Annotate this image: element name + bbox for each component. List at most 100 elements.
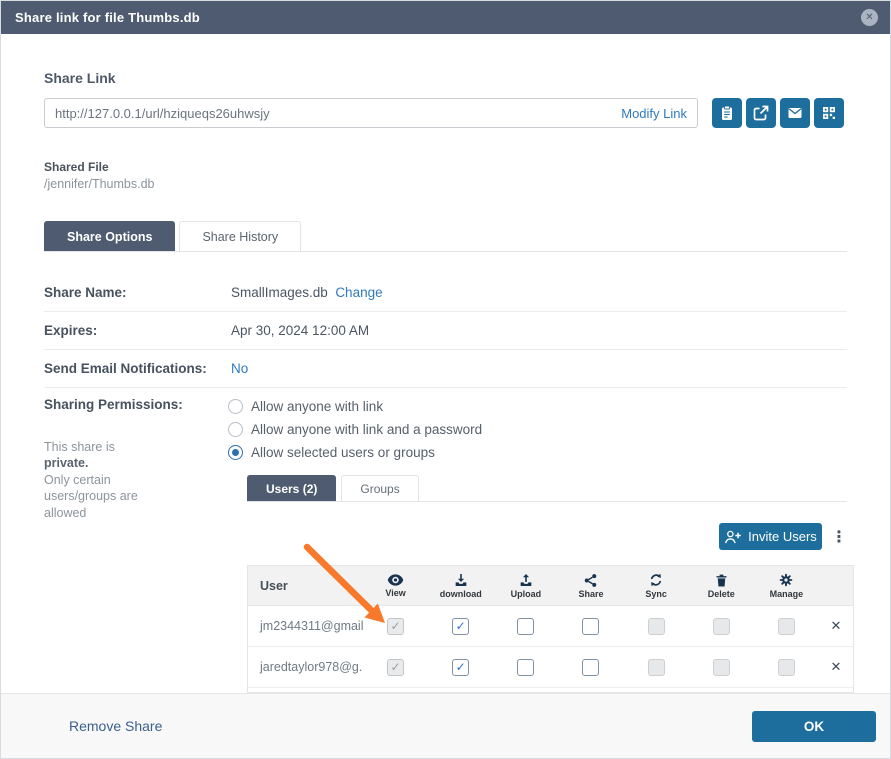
column-header-download: download — [428, 572, 493, 599]
private-note-line: users/groups are — [44, 489, 138, 503]
column-label: Manage — [769, 589, 804, 599]
open-link-button[interactable] — [746, 98, 776, 128]
radio-label: Allow anyone with link and a password — [251, 422, 483, 437]
delete-checkbox — [712, 658, 730, 676]
tab-groups[interactable]: Groups — [341, 475, 419, 501]
share-tabs: Share Options Share History — [44, 221, 302, 251]
user-email: jaredtaylor978@g... — [260, 660, 363, 674]
delete-checkbox — [712, 617, 730, 635]
upload-icon — [520, 574, 532, 586]
table-row: jaredtaylor978@g... ✓ ✓ ✕ — [248, 647, 853, 688]
download-checkbox[interactable]: ✓ — [452, 658, 470, 676]
sync-checkbox — [647, 617, 665, 635]
user-group-tabs: Users (2) Groups — [247, 475, 419, 501]
sharing-permissions-label: Sharing Permissions: — [44, 397, 183, 412]
clipboard-icon — [722, 105, 732, 120]
sub-tabs-divider — [247, 501, 847, 502]
column-label: View — [385, 588, 406, 598]
view-checkbox[interactable]: ✓ — [387, 617, 405, 635]
column-label: Delete — [707, 588, 735, 599]
share-name-text: SmallImages.db — [231, 285, 328, 300]
user-column-header: User — [260, 578, 288, 593]
manage-checkbox — [777, 658, 795, 676]
person-plus-icon — [725, 530, 741, 543]
sync-icon — [650, 573, 662, 587]
external-link-icon — [753, 105, 769, 121]
column-header-sync: Sync — [624, 572, 689, 599]
close-icon[interactable]: ✕ — [861, 9, 878, 26]
download-checkbox[interactable]: ✓ — [452, 617, 470, 635]
radio-icon[interactable] — [228, 399, 243, 414]
share-checkbox[interactable] — [582, 617, 600, 635]
share-link-dialog: Share link for file Thumbs.db ✕ Share Li… — [0, 0, 891, 759]
column-header-view: View — [363, 573, 428, 598]
table-header: User View download Upload Share Sync Del… — [248, 566, 853, 606]
private-note-line: Only certain — [44, 473, 111, 487]
expires-value: Apr 30, 2024 12:00 AM — [231, 323, 370, 338]
radio-anyone-with-link[interactable]: Allow anyone with link — [228, 399, 383, 414]
private-note-line: This share is — [44, 440, 115, 454]
radio-anyone-with-password[interactable]: Allow anyone with link and a password — [228, 422, 482, 437]
divider — [44, 311, 847, 312]
remove-share-button[interactable]: Remove Share — [69, 718, 162, 734]
dialog-header: Share link for file Thumbs.db ✕ — [1, 1, 890, 34]
tab-share-history[interactable]: Share History — [179, 221, 302, 251]
shared-file-path: /jennifer/Thumbs.db — [44, 177, 155, 191]
upload-checkbox[interactable] — [517, 617, 535, 635]
radio-label: Allow anyone with link — [251, 399, 384, 414]
tab-share-options[interactable]: Share Options — [44, 221, 176, 251]
envelope-icon — [788, 108, 802, 118]
download-icon — [455, 574, 467, 586]
remove-user-icon[interactable]: ✕ — [819, 659, 853, 675]
embed-link-button[interactable] — [814, 98, 844, 128]
radio-label: Allow selected users or groups — [251, 445, 435, 460]
tab-users[interactable]: Users (2) — [247, 475, 337, 501]
column-label: download — [439, 589, 482, 599]
share-name-value: SmallImages.db Change — [231, 285, 383, 300]
email-link-button[interactable] — [780, 98, 810, 128]
invite-users-button[interactable]: Invite Users — [719, 523, 822, 550]
expires-label: Expires: — [44, 323, 98, 338]
table-row: jm2344311@gmail.... ✓ ✓ ✕ — [248, 606, 853, 647]
sync-checkbox — [647, 658, 665, 676]
column-header-delete: Delete — [689, 573, 754, 599]
divider — [44, 387, 847, 388]
column-header-share: Share — [558, 573, 623, 599]
manage-checkbox — [777, 617, 795, 635]
change-share-name-link[interactable]: Change — [335, 285, 382, 300]
share-name-label: Share Name: — [44, 285, 127, 300]
grid-icon — [823, 107, 835, 119]
divider — [44, 349, 847, 350]
users-permissions-table: User View download Upload Share Sync Del… — [247, 565, 854, 693]
shared-file-label: Shared File — [44, 160, 109, 174]
modify-link-button[interactable]: Modify Link — [621, 106, 687, 121]
column-label: Share — [578, 588, 604, 599]
column-header-manage: Manage — [754, 572, 819, 599]
share-link-label: Share Link — [44, 70, 116, 86]
share-checkbox[interactable] — [582, 658, 600, 676]
gear-icon — [780, 573, 793, 587]
user-email: jm2344311@gmail.... — [260, 619, 363, 633]
dialog-title: Share link for file Thumbs.db — [15, 10, 200, 25]
remove-user-icon[interactable]: ✕ — [819, 618, 853, 634]
private-note-line: allowed — [44, 506, 87, 520]
more-options-icon[interactable]: ⋮ — [831, 523, 847, 550]
eye-icon — [387, 574, 404, 586]
copy-link-button[interactable] — [712, 98, 742, 128]
column-header-upload: Upload — [493, 572, 558, 599]
share-link-url: http://127.0.0.1/url/hziqueqs26uhwsjy — [55, 105, 270, 121]
email-notifications-value[interactable]: No — [231, 361, 248, 376]
tabs-divider — [44, 251, 847, 252]
radio-icon[interactable] — [228, 422, 243, 437]
invite-users-label: Invite Users — [748, 529, 817, 544]
ok-button[interactable]: OK — [752, 711, 876, 742]
column-label: Sync — [645, 589, 667, 599]
private-note-line: private. — [44, 456, 89, 470]
radio-icon[interactable] — [228, 445, 243, 460]
radio-selected-users-groups[interactable]: Allow selected users or groups — [228, 445, 435, 460]
trash-icon — [716, 574, 727, 586]
view-checkbox[interactable]: ✓ — [387, 658, 405, 676]
upload-checkbox[interactable] — [517, 658, 535, 676]
share-link-input[interactable]: http://127.0.0.1/url/hziqueqs26uhwsjy Mo… — [44, 98, 698, 128]
share-icon — [585, 573, 597, 587]
